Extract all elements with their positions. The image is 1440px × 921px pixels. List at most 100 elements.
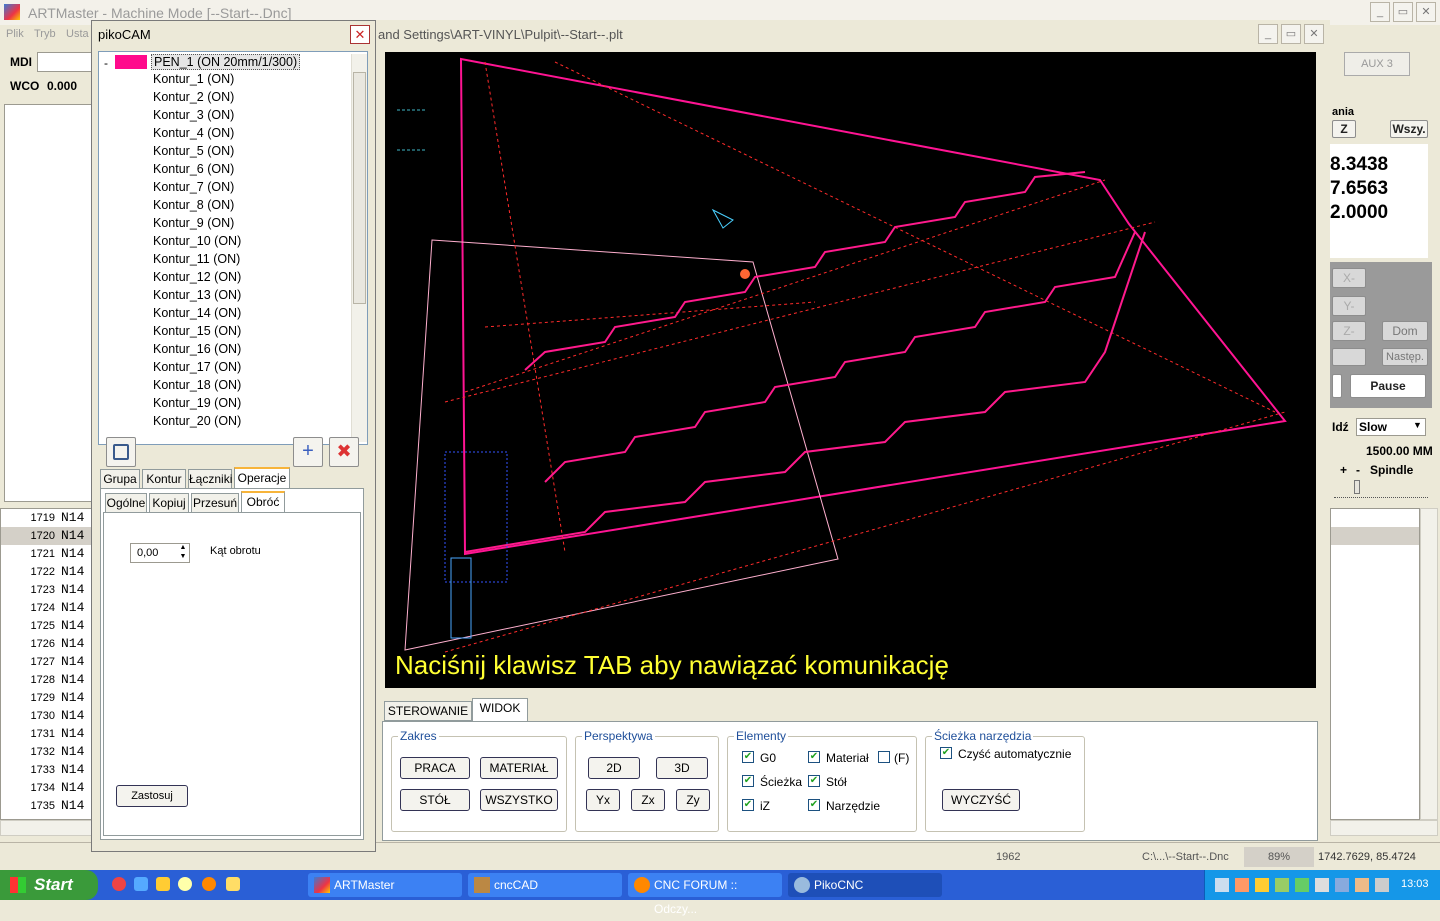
tree-item-contour[interactable]: Kontur_13 (ON) [153, 288, 241, 302]
tree-item-contour[interactable]: Kontur_18 (ON) [153, 378, 241, 392]
tree-item-contour[interactable]: Kontur_8 (ON) [153, 198, 234, 212]
tab-kopiuj[interactable]: Kopiuj [149, 493, 189, 513]
next-button[interactable]: Następ. [1382, 348, 1428, 366]
home-button[interactable]: Dom [1382, 321, 1428, 341]
delete-button[interactable]: ✖ [329, 437, 359, 467]
wszystko-button[interactable]: WSZYSTKO [480, 789, 558, 811]
tree-scrollbar[interactable] [351, 54, 367, 442]
tree-item-contour[interactable]: Kontur_15 (ON) [153, 324, 241, 338]
spin-down-icon[interactable]: ▼ [177, 553, 189, 562]
tree-item-contour[interactable]: Kontur_20 (ON) [153, 414, 241, 428]
tree-item-contour[interactable]: Kontur_4 (ON) [153, 126, 234, 140]
angle-input[interactable]: 0,00 ▲ ▼ [130, 543, 190, 563]
save-button[interactable] [106, 437, 136, 467]
nc-line-list[interactable]: 1719 N14 1720 N14 1721 N14 1722 N14 1723 N14 1724 N… [0, 508, 92, 820]
tray-icon-2[interactable] [1235, 878, 1249, 892]
quick-launch-icon-6[interactable] [226, 877, 240, 891]
nc-line-row[interactable]: 1724 N14 [1, 599, 91, 617]
tray-icon-8[interactable] [1355, 878, 1369, 892]
apply-button[interactable]: Zastosuj [116, 785, 188, 807]
tab-ogolne[interactable]: Ogólne [105, 493, 147, 513]
task-pikocnc[interactable]: PikoCNC [788, 873, 942, 897]
view-zx-button[interactable]: Zx [631, 789, 665, 811]
jog-y-minus-button[interactable]: Y- [1332, 296, 1366, 316]
view-yx-button[interactable]: Yx [586, 789, 620, 811]
add-button[interactable]: + [293, 437, 323, 467]
task-artmaster[interactable]: ARTMaster [308, 873, 462, 897]
viewer-close-button[interactable]: ✕ [1304, 24, 1324, 44]
tab-operacje[interactable]: Operacje [234, 467, 290, 489]
nc-line-row[interactable]: 1720 N14 [1, 527, 91, 545]
pikocam-close-button[interactable]: ✕ [350, 25, 370, 44]
tree-item-contour[interactable]: Kontur_2 (ON) [153, 90, 234, 104]
nc-line-row[interactable]: 1730 N14 [1, 707, 91, 725]
tab-obroc[interactable]: Obróć [241, 491, 285, 513]
viewer-minimize-button[interactable]: _ [1258, 24, 1278, 44]
iz-checkbox[interactable]: ✔ [742, 799, 754, 811]
quick-launch-icon-1[interactable] [112, 877, 126, 891]
nc-line-row[interactable]: 1725 N14 [1, 617, 91, 635]
firefox-icon[interactable] [202, 877, 216, 891]
stol-button[interactable]: STÓŁ [400, 789, 470, 811]
tree-scroll-thumb[interactable] [353, 72, 366, 304]
clear-path-button[interactable]: WYCZYŚĆ [942, 789, 1020, 811]
nc-line-row[interactable]: 1722 N14 [1, 563, 91, 581]
nc-line-row[interactable]: 1733 N14 [1, 761, 91, 779]
view-zy-button[interactable]: Zy [676, 789, 710, 811]
pause-button[interactable]: Pause [1350, 374, 1426, 398]
viewer-maximize-button[interactable]: ▭ [1281, 24, 1301, 44]
right-list[interactable] [1330, 508, 1420, 820]
start-stub-button[interactable] [1332, 374, 1342, 398]
narzedzie-checkbox[interactable]: ✔ [808, 799, 820, 811]
stol-checkbox[interactable]: ✔ [808, 775, 820, 787]
menu-plik[interactable]: Plik [6, 28, 24, 40]
tree-item-contour[interactable]: Kontur_16 (ON) [153, 342, 241, 356]
start-button[interactable]: Start [0, 870, 98, 900]
tree-item-contour[interactable]: Kontur_1 (ON) [153, 72, 234, 86]
tray-icon-7[interactable] [1335, 878, 1349, 892]
tree-item-contour[interactable]: Kontur_5 (ON) [153, 144, 234, 158]
right-list-hscrollbar[interactable] [1330, 820, 1438, 836]
menu-ustawienia[interactable]: Usta [66, 28, 89, 40]
quick-launch-icon-2[interactable] [134, 877, 148, 891]
zero-all-button[interactable]: Wszy. [1390, 120, 1428, 138]
spin-up-icon[interactable]: ▲ [177, 544, 189, 553]
volume-icon[interactable] [1315, 878, 1329, 892]
nc-line-row[interactable]: 1734 N14 [1, 779, 91, 797]
collapse-toggle[interactable]: - [104, 56, 108, 70]
tab-laczniki[interactable]: Łączniki [188, 469, 232, 489]
jog-blank-button[interactable] [1332, 348, 1366, 366]
tab-grupa[interactable]: Grupa [100, 469, 140, 489]
task-cnc-forum[interactable]: CNC FORUM :: Odczy... [628, 873, 782, 916]
nc-line-row[interactable]: 1731 N14 [1, 725, 91, 743]
quick-launch-icon-3[interactable] [156, 877, 170, 891]
toolpath-canvas[interactable]: Naciśnij klawisz TAB aby nawiązać komuni… [385, 52, 1316, 688]
tab-widok[interactable]: WIDOK [472, 698, 528, 722]
signal-icon[interactable] [1295, 878, 1309, 892]
maximize-button[interactable]: ▭ [1393, 2, 1413, 22]
menu-tryb[interactable]: Tryb [34, 28, 56, 40]
aux3-button[interactable]: AUX 3 [1344, 52, 1410, 76]
task-cnccad[interactable]: cncCAD [468, 873, 622, 897]
tab-sterowanie[interactable]: STEROWANIE [384, 701, 472, 721]
tab-kontur[interactable]: Kontur [142, 469, 186, 489]
zero-z-button[interactable]: Z [1332, 120, 1356, 138]
nc-line-row[interactable]: 1721 N14 [1, 545, 91, 563]
tree-item-contour[interactable]: Kontur_17 (ON) [153, 360, 241, 374]
right-list-scrollbar[interactable] [1420, 508, 1438, 820]
auto-clear-checkbox[interactable]: ✔ [940, 747, 952, 759]
mdi-input[interactable] [37, 52, 93, 72]
praca-button[interactable]: PRACA [400, 757, 470, 779]
tree-item-contour[interactable]: Kontur_3 (ON) [153, 108, 234, 122]
layer-tree[interactable]: - PEN_1 (ON 20mm/1/300) Kontur_1 (ON) Kon… [98, 51, 368, 445]
f-checkbox[interactable] [878, 751, 890, 763]
tree-item-contour[interactable]: Kontur_9 (ON) [153, 216, 234, 230]
nc-line-row[interactable]: 1726 N14 [1, 635, 91, 653]
spindle-plus[interactable]: + [1340, 463, 1347, 477]
speed-select[interactable]: Slow ▼ [1356, 418, 1426, 436]
material-button[interactable]: MATERIAŁ [480, 757, 558, 779]
minimize-button[interactable]: _ [1370, 2, 1390, 22]
tree-item-contour[interactable]: Kontur_12 (ON) [153, 270, 241, 284]
quick-launch-icon-4[interactable] [178, 877, 192, 891]
sciezka-checkbox[interactable]: ✔ [742, 775, 754, 787]
